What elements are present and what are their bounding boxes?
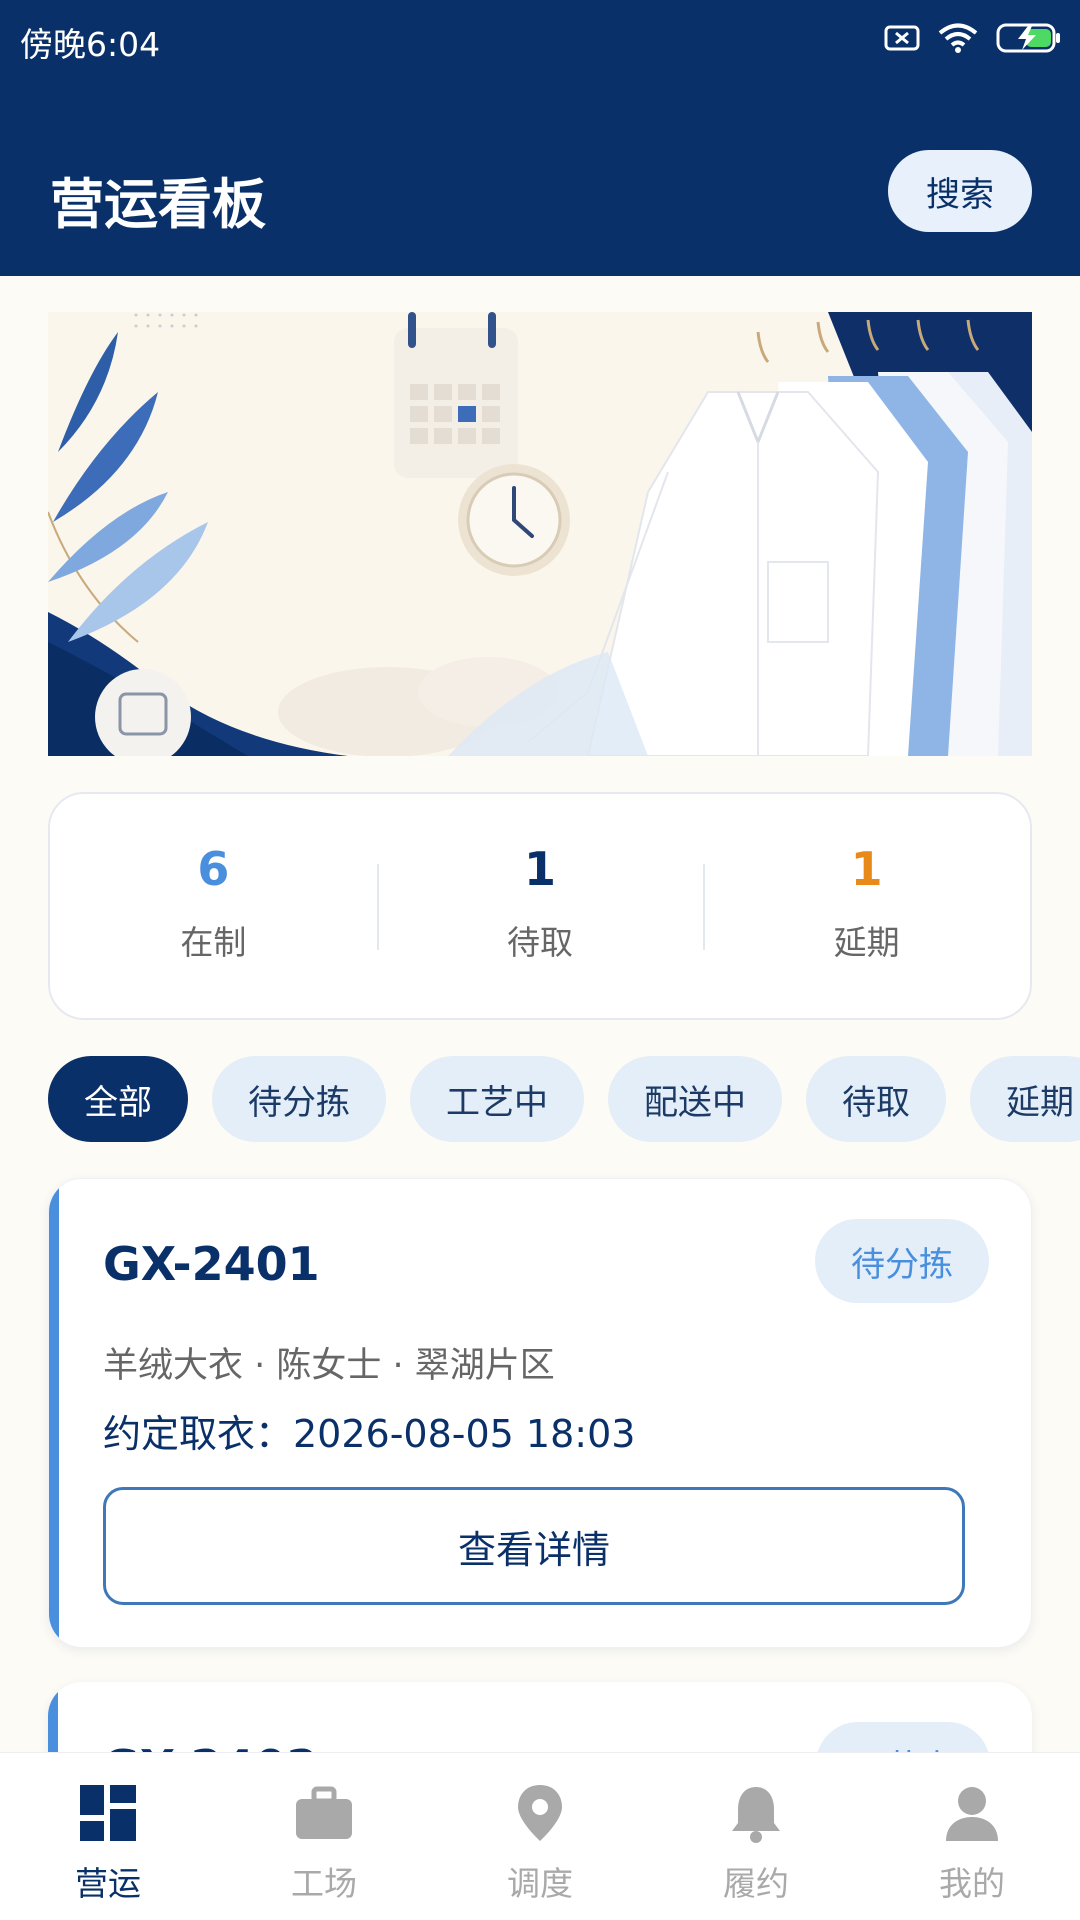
stat-in-production[interactable]: 6 在制 [50,794,377,1018]
nav-item-profile[interactable]: 我的 [864,1753,1080,1920]
status-icons [884,18,1062,58]
nav-label: 营运 [75,1864,141,1903]
nav-label: 工场 [291,1864,357,1903]
status-bar: 傍晚6:04 [0,0,1080,76]
filter-chips: 全部 待分拣 工艺中 配送中 待取 延期 [48,1056,1080,1142]
page-title: 营运看板 [50,173,266,236]
filter-chip-sorting[interactable]: 待分拣 [212,1056,386,1142]
nav-item-workshop[interactable]: 工场 [216,1753,432,1920]
battery-charging-icon [996,23,1060,53]
location-pin-icon [518,1785,562,1841]
stat-label: 待取 [507,923,573,962]
filter-chip-delivering[interactable]: 配送中 [608,1056,782,1142]
search-button[interactable]: 搜索 [888,150,1032,232]
sim-card-icon [884,25,920,51]
nav-item-fulfillment[interactable]: 履约 [648,1753,864,1920]
nav-item-operations[interactable]: 营运 [0,1753,216,1920]
dashboard-icon [80,1785,136,1841]
stat-value: 6 [197,842,230,896]
briefcase-icon [296,1786,352,1839]
stats-card: 6 在制 1 待取 1 延期 [48,792,1032,1020]
status-time: 傍晚6:04 [20,25,161,64]
order-card[interactable]: GX-2401 待分拣 羊绒大衣 · 陈女士 · 翠湖片区 约定取衣：2026-… [48,1178,1032,1648]
filter-chip-all[interactable]: 全部 [48,1056,188,1142]
laundry-banner-image [48,312,1032,756]
order-id: GX-2401 [103,1237,320,1291]
bell-icon [732,1787,780,1843]
nav-item-dispatch[interactable]: 调度 [432,1753,648,1920]
bottom-navigation: 营运 工场 调度 履约 我的 [0,1752,1080,1920]
filter-chip-pickup[interactable]: 待取 [806,1056,946,1142]
nav-label: 调度 [507,1864,573,1903]
card-accent-bar [49,1179,59,1647]
view-details-button[interactable]: 查看详情 [103,1487,965,1605]
nav-label: 履约 [723,1864,789,1903]
stat-delayed[interactable]: 1 延期 [703,794,1030,1018]
nav-label: 我的 [939,1864,1005,1903]
filter-chip-processing[interactable]: 工艺中 [410,1056,584,1142]
order-description: 羊绒大衣 · 陈女士 · 翠湖片区 [103,1346,555,1386]
banner-illustration [48,312,1032,756]
filter-chip-delayed[interactable]: 延期 [970,1056,1080,1142]
user-icon [946,1787,998,1841]
stat-value: 1 [850,842,883,896]
stat-value: 1 [524,842,557,896]
status-badge: 待分拣 [815,1219,989,1303]
stat-awaiting-pickup[interactable]: 1 待取 [376,794,704,1018]
app-header: 傍晚6:04 营运看板 搜索 [0,0,1080,276]
wifi-icon [938,23,978,53]
stat-label: 在制 [180,923,247,962]
stat-label: 延期 [833,923,900,962]
order-pickup-time: 约定取衣：2026-08-05 18:03 [103,1412,636,1456]
